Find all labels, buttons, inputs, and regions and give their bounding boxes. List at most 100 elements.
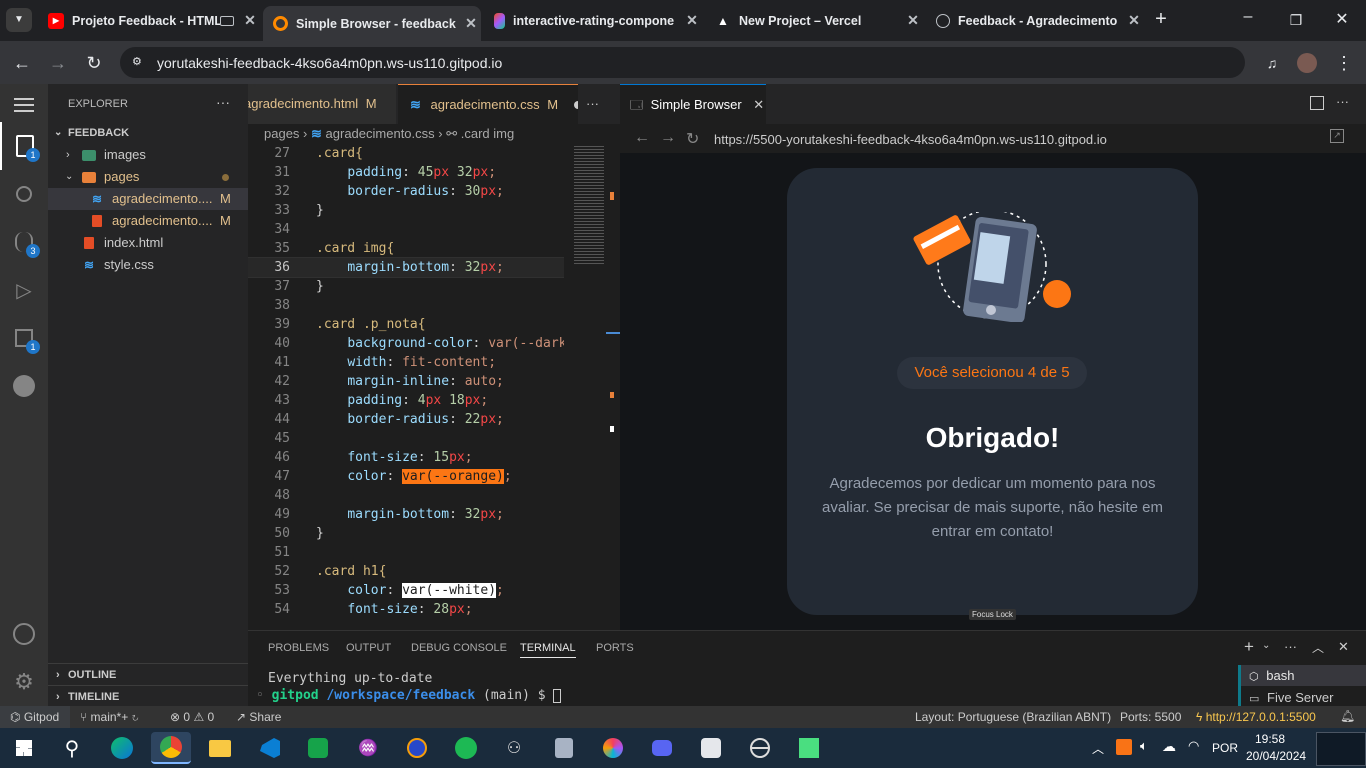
terminal-app-icon[interactable] — [691, 732, 731, 764]
color-app-icon[interactable] — [593, 732, 633, 764]
code-line[interactable]: 31 padding: 45px 32px; — [248, 163, 564, 182]
code-line[interactable]: 46 font-size: 15px; — [248, 448, 564, 467]
github-icon[interactable] — [0, 362, 48, 410]
tray-app-icon[interactable] — [1116, 739, 1132, 755]
back-icon[interactable]: ← — [10, 51, 34, 75]
forward-icon[interactable]: → — [46, 51, 70, 75]
code-line[interactable]: 36 margin-bottom: 32px; — [248, 257, 564, 278]
headset-app-icon[interactable] — [397, 732, 437, 764]
notifications-icon[interactable]: 🔔︎ — [1340, 709, 1355, 723]
close-tab-icon[interactable]: ✕ — [240, 12, 260, 29]
file-agradecimento-html[interactable]: agradecimento.... M — [48, 210, 248, 232]
discord-icon[interactable] — [642, 732, 682, 764]
code-line[interactable]: 35 .card img{ — [248, 239, 564, 258]
code-line[interactable]: 43 padding: 4px 18px; — [248, 391, 564, 410]
volume-icon[interactable]: 🔈︎ — [1140, 738, 1148, 754]
explorer-icon[interactable]: 1 — [0, 122, 48, 170]
code-line[interactable]: 32 border-radius: 30px; — [248, 182, 564, 201]
code-line[interactable]: 42 margin-inline: auto; — [248, 372, 564, 391]
pokeball-icon[interactable] — [740, 732, 780, 764]
folder-root[interactable]: ⌄ FEEDBACK — [48, 122, 248, 144]
edge-icon[interactable] — [102, 732, 142, 764]
code-line[interactable]: 54 font-size: 28px; — [248, 600, 564, 619]
code-lines[interactable]: 27 .card{31 padding: 45px 32px; 32 border-… — [248, 144, 564, 630]
wifi-icon[interactable]: ◠ — [1188, 738, 1199, 754]
code-line[interactable]: 47 color: var(--orange); — [248, 467, 564, 486]
tab-debug-console[interactable]: DEBUG CONSOLE — [411, 642, 507, 654]
code-line[interactable]: 44 border-radius: 22px; — [248, 410, 564, 429]
tab-output[interactable]: OUTPUT — [346, 642, 391, 654]
keyboard-layout[interactable]: Layout: Portuguese (Brazilian ABNT) — [915, 710, 1111, 724]
close-tab-icon[interactable]: ✕ — [461, 15, 481, 32]
sb-reload-icon[interactable]: ↻ — [686, 129, 699, 149]
minimize-button[interactable]: – — [1236, 8, 1260, 32]
code-line[interactable]: 38 — [248, 296, 564, 315]
code-line[interactable]: 48 — [248, 486, 564, 505]
code-line[interactable]: 34 — [248, 220, 564, 239]
tab-terminal[interactable]: TERMINAL — [520, 642, 576, 658]
game-app-icon[interactable]: ⚇ — [494, 732, 534, 764]
settings-gear-icon[interactable]: ⚙ — [0, 658, 48, 706]
search-icon[interactable] — [0, 170, 48, 218]
sync-icon[interactable]: ↻ — [132, 710, 139, 724]
folder-images[interactable]: › images — [48, 144, 248, 166]
tab-ports[interactable]: PORTS — [596, 642, 634, 654]
browser-tab-3[interactable]: interactive-rating-compone ✕ — [484, 6, 702, 35]
code-line[interactable]: 40 background-color: var(--dark- — [248, 334, 564, 353]
account-icon[interactable] — [0, 610, 48, 658]
code-line[interactable]: 49 margin-bottom: 32px; — [248, 505, 564, 524]
close-panel-icon[interactable]: ✕ — [1338, 639, 1349, 655]
server-status[interactable]: ϟ http://127.0.0.1:5500 — [1196, 710, 1316, 724]
new-terminal-icon[interactable]: + — [1244, 637, 1254, 657]
problems-status[interactable]: ⊗ 0 ⚠ 0 — [170, 710, 214, 724]
simple-browser-tab[interactable]: 🗔 Simple Browser ✕ — [620, 84, 766, 124]
remote-indicator[interactable]: ⌬ Gitpod — [0, 706, 70, 728]
restore-button[interactable]: ❐ — [1284, 8, 1308, 32]
folder-pages[interactable]: ⌄ pages — [48, 166, 248, 188]
file-style-css[interactable]: ≋ style.css — [48, 254, 248, 276]
share-button[interactable]: ↗ Share — [236, 710, 281, 724]
code-line[interactable]: 39 .card .p_nota{ — [248, 315, 564, 334]
site-info-icon[interactable]: ⚙ — [132, 55, 146, 69]
minimap[interactable] — [566, 144, 620, 630]
tab-problems[interactable]: PROBLEMS — [268, 642, 329, 654]
split-editor-icon[interactable] — [1310, 96, 1324, 110]
file-agradecimento-css[interactable]: ≋ agradecimento.... M — [48, 188, 248, 210]
minecraft-icon[interactable] — [789, 732, 829, 764]
search-icon[interactable]: ⚲ — [52, 732, 92, 764]
extensions-icon[interactable]: 1 — [0, 314, 48, 362]
menu-icon[interactable] — [14, 98, 34, 112]
browser-tab-2[interactable]: Simple Browser - feedback ✕ — [263, 6, 481, 41]
clock-time[interactable]: 19:58 — [1255, 732, 1285, 746]
ports-status[interactable]: Ports: 5500 — [1120, 710, 1181, 724]
editor-tab-html[interactable]: agradecimento.html M — [248, 84, 396, 124]
browser-tab-5[interactable]: Feedback - Agradecimento ✕ — [926, 6, 1144, 35]
editor-tab-css[interactable]: ≋ agradecimento.css M — [398, 84, 578, 124]
run-debug-icon[interactable]: ▷ — [0, 266, 48, 314]
code-line[interactable]: 53 color: var(--white); — [248, 581, 564, 600]
reload-icon[interactable]: ↻ — [82, 51, 106, 75]
chrome-icon[interactable] — [151, 732, 191, 764]
chevron-down-icon[interactable]: ⌄ — [1262, 640, 1270, 651]
gitkraken-icon[interactable] — [298, 732, 338, 764]
code-line[interactable]: 45 — [248, 429, 564, 448]
chrome-menu-icon[interactable]: ⋮ — [1332, 51, 1356, 75]
browser-tab-4[interactable]: ▲ New Project – Vercel ✕ — [705, 6, 923, 35]
code-line[interactable]: 52 .card h1{ — [248, 562, 564, 581]
file-index-html[interactable]: index.html — [48, 232, 248, 254]
browser-tab-1[interactable]: ▶ Projeto Feedback - HTML ✕ — [38, 6, 260, 35]
file-explorer-icon[interactable] — [200, 732, 240, 764]
source-control-icon[interactable]: 3 — [0, 218, 48, 266]
spotify-icon[interactable] — [446, 732, 486, 764]
panel-more-icon[interactable]: ··· — [1284, 639, 1297, 654]
windows-start-icon[interactable] — [4, 732, 44, 764]
sb-back-icon[interactable]: ← — [634, 129, 650, 147]
sb-url[interactable]: https://5500-yorutakeshi-feedback-4kso6a… — [714, 132, 1107, 147]
explorer-more-icon[interactable]: ··· — [216, 94, 230, 110]
code-line[interactable]: 33} — [248, 201, 564, 220]
audio-app-icon[interactable]: ♒ — [348, 732, 388, 764]
terminal-five-server[interactable]: ▭ Five Server — [1241, 687, 1366, 708]
clock-date[interactable]: 20/04/2024 — [1246, 749, 1306, 763]
close-tab-icon[interactable]: ✕ — [903, 12, 923, 29]
terminal-prompt[interactable]: ◦ gitpod /workspace/feedback (main) $ — [256, 688, 562, 703]
